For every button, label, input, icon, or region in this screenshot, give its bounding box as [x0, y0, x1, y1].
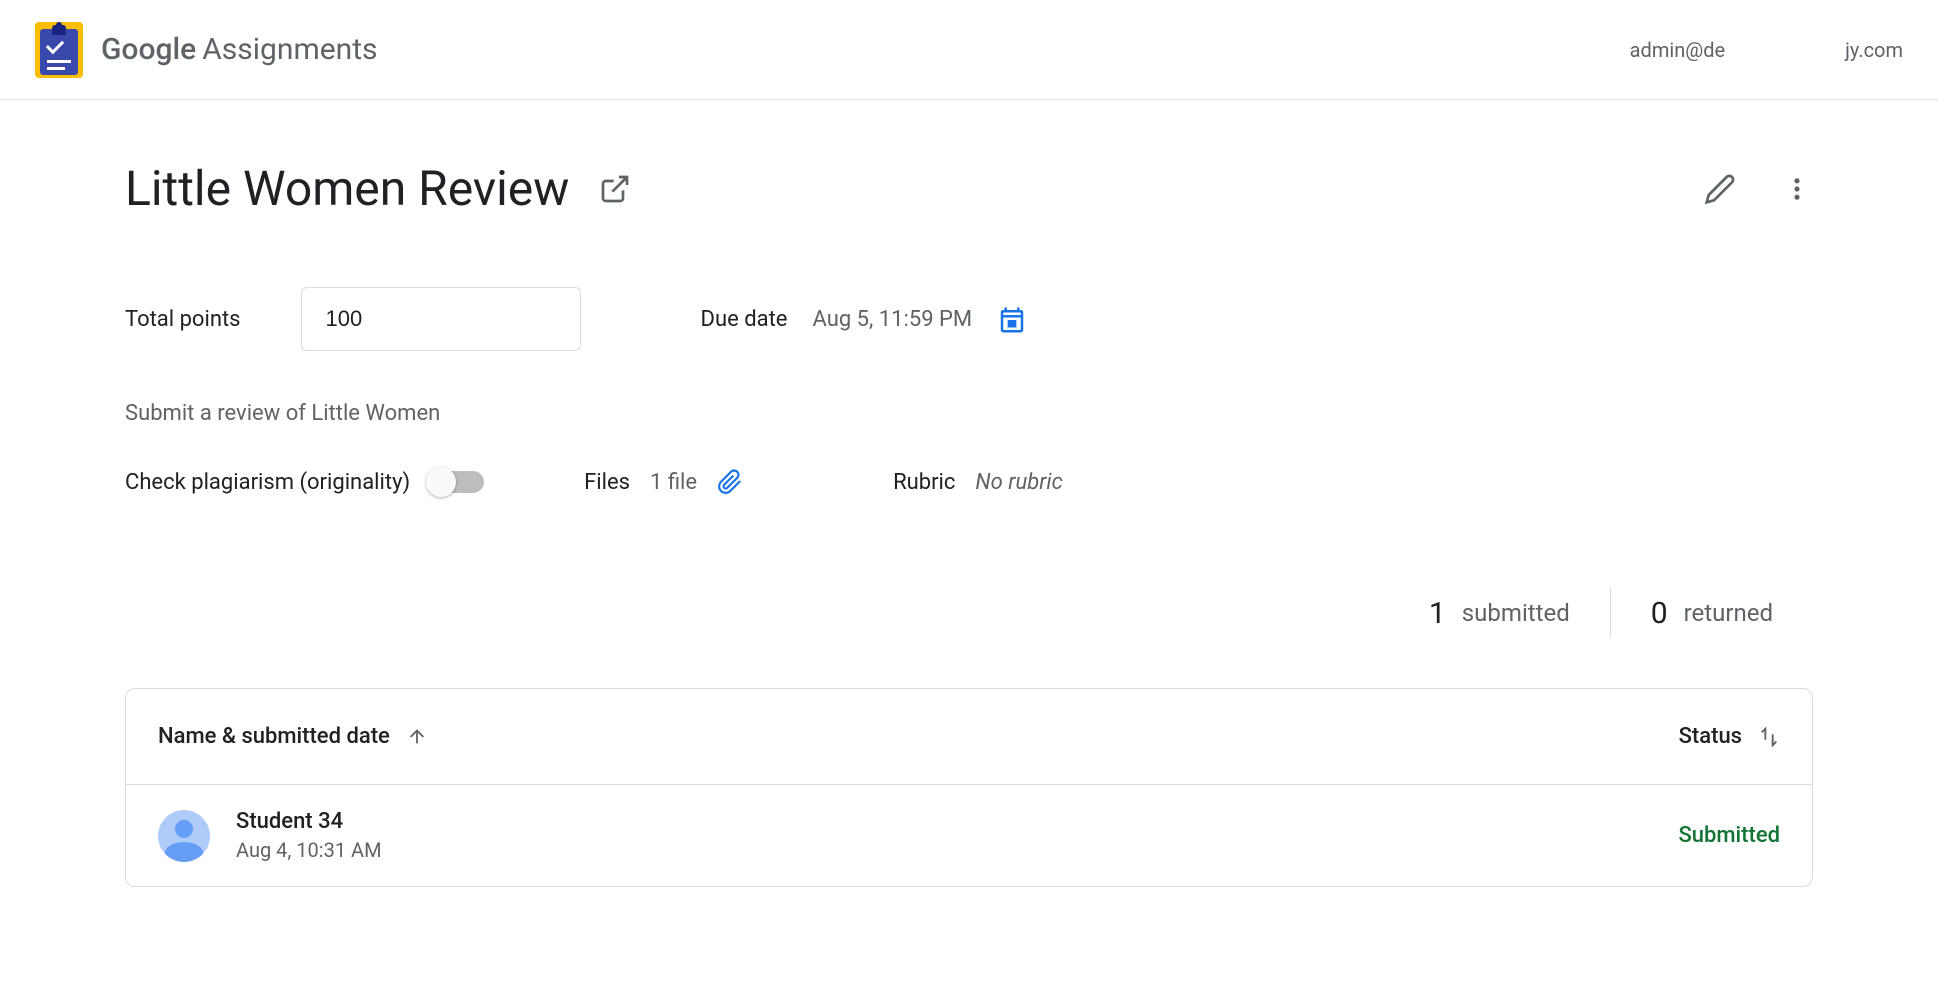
due-date-label: Due date: [701, 307, 788, 332]
header-left: Google Assignments: [35, 22, 378, 78]
rubric-label: Rubric: [893, 470, 955, 495]
status-header-label: Status: [1679, 724, 1742, 749]
due-date-value: Aug 5, 11:59 PM: [812, 307, 972, 332]
title-right: [1704, 173, 1813, 205]
returned-count: 0: [1651, 596, 1668, 631]
user-domain: jy.com: [1845, 38, 1903, 62]
submissions-table: Name & submitted date Status: [125, 688, 1813, 887]
files-value: 1 file: [650, 470, 697, 495]
sort-both-icon: [1758, 726, 1780, 748]
sort-asc-icon: [406, 726, 428, 748]
edit-icon[interactable]: [1704, 173, 1736, 205]
title-row: Little Women Review: [125, 160, 1813, 217]
open-in-new-icon[interactable]: [599, 173, 631, 205]
brand-assignments: Assignments: [202, 32, 377, 67]
submitted-stat: 1 submitted: [1389, 596, 1610, 631]
page-title: Little Women Review: [125, 160, 569, 217]
plagiarism-option: Check plagiarism (originality): [125, 470, 484, 495]
rubric-value: No rubric: [975, 470, 1062, 495]
main-content: Little Women Review: [0, 100, 1938, 947]
options-row: Check plagiarism (originality) Files 1 f…: [125, 466, 1813, 498]
student-date: Aug 4, 10:31 AM: [236, 838, 382, 862]
header-right: admin@de jy.com: [1630, 38, 1903, 62]
name-column-header[interactable]: Name & submitted date: [158, 724, 428, 749]
total-points-label: Total points: [125, 307, 241, 332]
returned-label: returned: [1684, 599, 1773, 627]
files-label: Files: [584, 470, 630, 495]
status-column-header[interactable]: Status: [1679, 724, 1780, 749]
files-option: Files 1 file: [584, 466, 743, 498]
plagiarism-toggle[interactable]: [430, 471, 484, 493]
status-badge: Submitted: [1678, 823, 1780, 848]
table-header: Name & submitted date Status: [126, 689, 1812, 785]
student-info: Student 34 Aug 4, 10:31 AM: [236, 809, 382, 862]
submitted-count: 1: [1429, 596, 1446, 631]
user-email: admin@de: [1630, 38, 1725, 62]
avatar: [158, 810, 210, 862]
settings-row: Total points Due date Aug 5, 11:59 PM: [125, 287, 1813, 351]
plagiarism-label: Check plagiarism (originality): [125, 470, 410, 495]
brand-google: Google: [101, 32, 196, 67]
title-left: Little Women Review: [125, 160, 631, 217]
name-header-label: Name & submitted date: [158, 724, 390, 749]
assignments-logo-icon: [35, 22, 83, 78]
calendar-icon[interactable]: [997, 305, 1025, 333]
total-points-input[interactable]: [301, 287, 581, 351]
more-options-icon[interactable]: [1781, 173, 1813, 205]
assignment-description: Submit a review of Little Women: [125, 401, 1813, 426]
app-header: Google Assignments admin@de jy.com: [0, 0, 1938, 100]
table-row[interactable]: Student 34 Aug 4, 10:31 AM Submitted: [126, 785, 1812, 886]
row-left: Student 34 Aug 4, 10:31 AM: [158, 809, 382, 862]
brand: Google Assignments: [101, 32, 378, 67]
returned-stat: 0 returned: [1611, 596, 1813, 631]
paperclip-icon[interactable]: [717, 466, 743, 498]
stats-row: 1 submitted 0 returned: [125, 588, 1813, 638]
rubric-option: Rubric No rubric: [893, 470, 1063, 495]
student-name: Student 34: [236, 809, 382, 834]
submitted-label: submitted: [1462, 599, 1570, 627]
